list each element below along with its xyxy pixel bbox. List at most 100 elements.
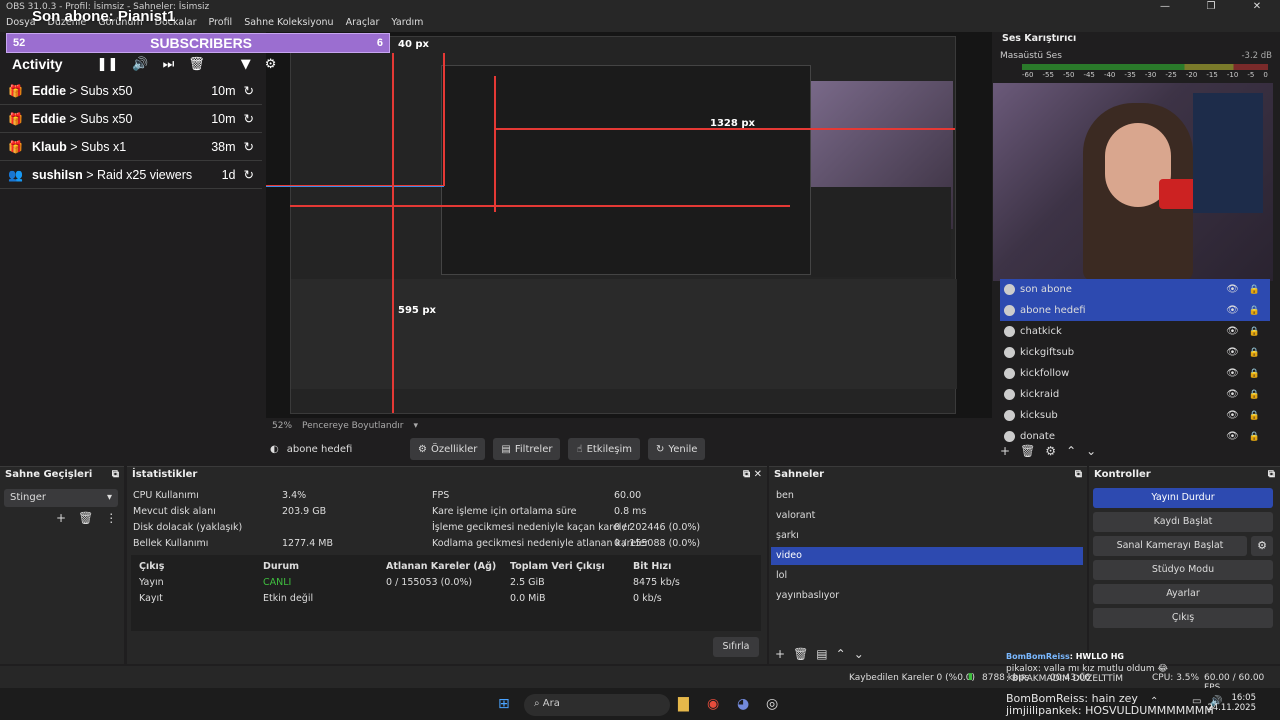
arrow-down-icon[interactable]: ⌄ (854, 647, 864, 661)
webcam-feed (993, 83, 1273, 281)
folder-icon[interactable]: ▇ (678, 696, 689, 712)
trash-icon[interactable]: 🗑 (188, 57, 205, 72)
menu-scene-collection[interactable]: Sahne Koleksiyonu (244, 17, 333, 29)
menu-help[interactable]: Yardım (391, 17, 423, 29)
taskbar-search[interactable]: ⌕ Ara (524, 694, 670, 716)
add-icon[interactable]: + (1000, 444, 1010, 460)
scene-item[interactable]: valorant (771, 507, 1083, 525)
exit-button[interactable]: Çıkış (1093, 608, 1273, 628)
scene-item[interactable]: yayınbaslıyor (771, 587, 1083, 605)
volume-meter[interactable] (1022, 64, 1268, 70)
scene-item[interactable]: ben (771, 487, 1083, 505)
source-item[interactable]: kickgiftsub 👁 🔒 (1000, 342, 1270, 363)
replay-icon[interactable]: ↻ (244, 167, 254, 182)
properties-button[interactable]: ⚙ Özellikler (410, 438, 486, 460)
visibility-icon[interactable]: 👁 (1226, 305, 1239, 316)
replay-icon[interactable]: ↻ (244, 139, 254, 154)
obs-icon[interactable]: ◎ (766, 696, 778, 712)
cpu-usage: CPU: 3.5% (1152, 673, 1200, 683)
replay-icon[interactable]: ↻ (244, 111, 254, 126)
source-item[interactable]: abone hedefi 👁 🔒 (1000, 300, 1270, 321)
source-item[interactable]: kicksub 👁 🔒 (1000, 405, 1270, 426)
start-virtual-cam-button[interactable]: Sanal Kamerayı Başlat (1093, 536, 1247, 556)
discord-icon[interactable]: ◕ (737, 696, 749, 712)
lock-icon[interactable]: 🔒 (1249, 411, 1260, 421)
virtual-cam-settings-icon[interactable]: ⚙ (1251, 536, 1273, 556)
undock-icon[interactable]: ⧉ (1268, 469, 1275, 481)
scene-item[interactable]: şarkı (771, 527, 1083, 545)
windows-start-icon[interactable]: ⊞ (498, 696, 510, 712)
arrow-down-icon[interactable]: ⌄ (1086, 444, 1096, 460)
scene-item[interactable]: lol (771, 567, 1083, 585)
lock-icon[interactable]: 🔒 (1249, 306, 1260, 316)
close-icon[interactable]: ✕ (754, 469, 762, 480)
gear-icon[interactable]: ⚙ (265, 57, 277, 72)
minimize-button[interactable]: — (1142, 0, 1188, 14)
browser-source-icon: ◐ (270, 443, 279, 455)
menu-tools[interactable]: Araçlar (346, 17, 380, 29)
trash-icon[interactable]: 🗑 (793, 647, 808, 661)
source-item[interactable]: son abone 👁 🔒 (1000, 279, 1270, 300)
visibility-icon[interactable]: 👁 (1226, 284, 1239, 295)
filter-icon[interactable]: ▤ (816, 647, 827, 661)
lock-icon[interactable]: 🔒 (1249, 327, 1260, 337)
chevron-down-icon[interactable]: ▾ (414, 421, 419, 431)
chevron-up-icon[interactable]: ⌃ (1150, 696, 1158, 707)
goal-label: SUBSCRIBERS (150, 35, 253, 51)
refresh-button[interactable]: ↻ Yenile (648, 438, 706, 460)
more-icon[interactable]: ⋮ (105, 511, 117, 525)
chrome-icon[interactable]: ◉ (707, 696, 719, 712)
lock-icon[interactable]: 🔒 (1249, 432, 1260, 442)
studio-mode-button[interactable]: Stüdyo Modu (1093, 560, 1273, 580)
source-item[interactable]: chatkick 👁 🔒 (1000, 321, 1270, 342)
zoom-fit-select[interactable]: Pencereye Boyutlandır (302, 421, 403, 431)
lock-icon[interactable]: 🔒 (1249, 369, 1260, 379)
lock-icon[interactable]: 🔒 (1249, 348, 1260, 358)
filters-button[interactable]: ▤ Filtreler (493, 438, 561, 460)
measure-label-right: 1328 px (710, 118, 755, 129)
stop-stream-button[interactable]: Yayını Durdur (1093, 488, 1273, 508)
trash-icon[interactable]: 🗑 (1020, 444, 1035, 460)
dock-header: Kontroller ⧉ (1094, 469, 1275, 481)
replay-icon[interactable]: ↻ (244, 83, 254, 98)
reset-button[interactable]: Sıfırla (713, 637, 759, 657)
arrow-up-icon[interactable]: ⌃ (836, 647, 846, 661)
pause-icon[interactable]: ❚❚ (97, 57, 119, 72)
visibility-icon[interactable]: 👁 (1226, 326, 1239, 337)
visibility-icon[interactable]: 👁 (1226, 410, 1239, 421)
stats-dock: İstatistikler ⧉ ✕ CPU Kullanımı 3.4% Mevc… (127, 466, 767, 664)
transition-select[interactable]: Stinger ▾ (4, 489, 118, 507)
lock-icon[interactable]: 🔒 (1249, 285, 1260, 295)
start-recording-button[interactable]: Kaydı Başlat (1093, 512, 1273, 532)
undock-icon[interactable]: ⧉ (743, 469, 750, 480)
undock-icon[interactable]: ⧉ (1075, 469, 1082, 481)
settings-button[interactable]: Ayarlar (1093, 584, 1273, 604)
visibility-icon[interactable]: 👁 (1226, 347, 1239, 358)
volume-icon[interactable]: 🔊 (132, 57, 148, 72)
close-button[interactable]: ✕ (1234, 0, 1280, 14)
network-icon[interactable]: ▭ (1192, 696, 1201, 707)
activity-item: 🎁 Klaub > Subs x1 38m ↻ (0, 133, 262, 161)
source-item[interactable]: kickfollow 👁 🔒 (1000, 363, 1270, 384)
trash-icon[interactable]: 🗑 (78, 511, 93, 525)
table-cell: Yayın (139, 577, 164, 588)
visibility-icon[interactable]: 👁 (1226, 368, 1239, 379)
source-item[interactable]: kickraid 👁 🔒 (1000, 384, 1270, 405)
maximize-button[interactable]: ❐ (1188, 0, 1234, 14)
visibility-icon[interactable]: 👁 (1226, 431, 1239, 442)
scene-item[interactable]: video (771, 547, 1083, 565)
add-icon[interactable]: + (775, 647, 785, 661)
filter-icon[interactable]: ▼ (241, 57, 251, 72)
clock[interactable]: 16:05 24.11.2025 (1207, 693, 1256, 713)
menu-profile[interactable]: Profil (209, 17, 233, 29)
transition-tools: + 🗑 ⋮ (56, 511, 117, 525)
visibility-icon[interactable]: 👁 (1226, 389, 1239, 400)
skip-icon[interactable]: ⏭ (163, 57, 175, 72)
lock-icon[interactable]: 🔒 (1249, 390, 1260, 400)
undock-icon[interactable]: ⧉ (112, 469, 119, 481)
chat-line: jimjiilipankek: HOSVULDUMMMMMMM (1006, 704, 1214, 717)
gear-icon[interactable]: ⚙ (1045, 444, 1056, 460)
add-icon[interactable]: + (56, 511, 66, 525)
arrow-up-icon[interactable]: ⌃ (1066, 444, 1076, 460)
interact-button[interactable]: ☝ Etkileşim (568, 438, 641, 460)
